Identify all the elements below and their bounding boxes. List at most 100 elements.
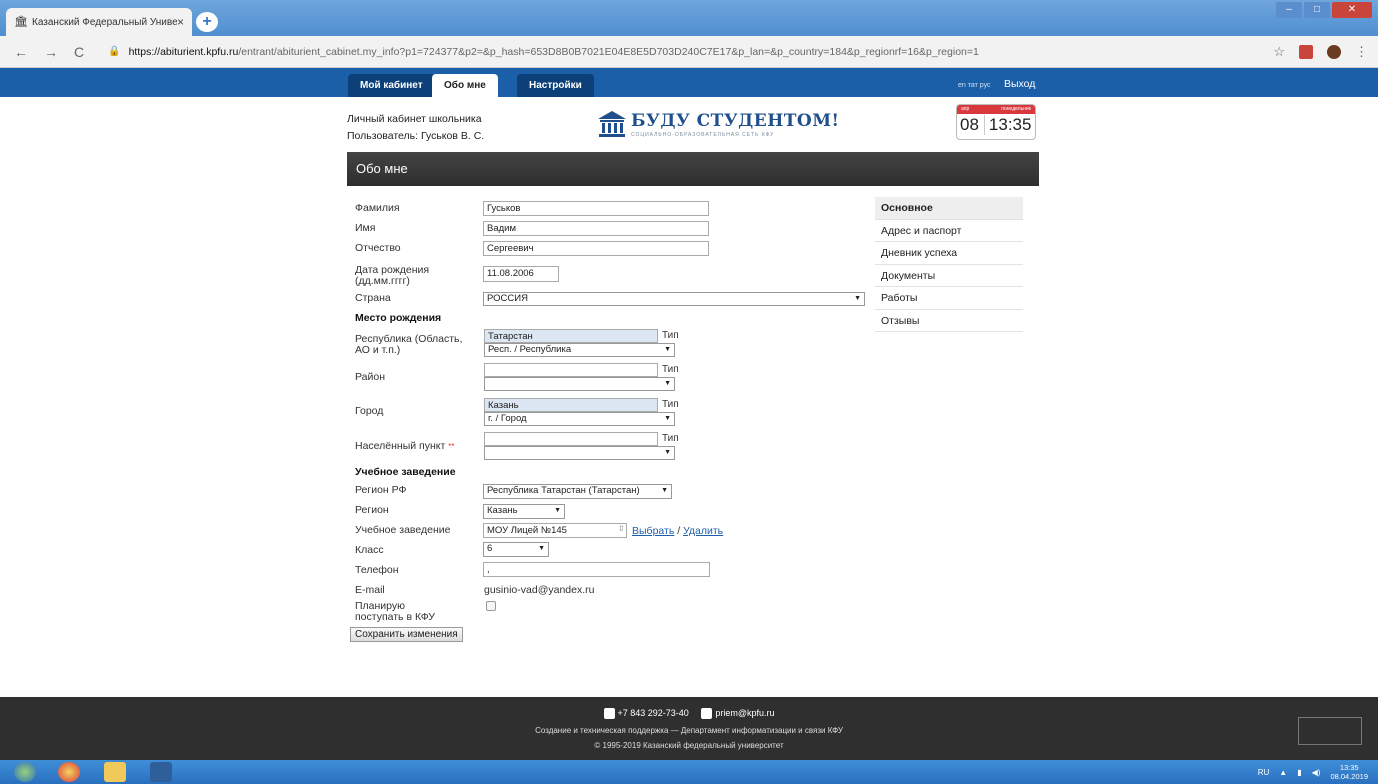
- surname-field[interactable]: Гуськов: [483, 201, 709, 216]
- email-label: E-mail: [355, 584, 385, 596]
- link-separator: /: [674, 525, 684, 537]
- menu-dots-icon[interactable]: ⋮: [1355, 44, 1368, 60]
- region-select[interactable]: Казань: [483, 504, 565, 519]
- close-window-icon[interactable]: ✕: [1332, 2, 1372, 18]
- birthdate-label: Дата рождения (дд.мм.гггг): [355, 264, 430, 287]
- cabinet-type: Личный кабинет школьника: [347, 113, 482, 125]
- menu-item-works[interactable]: Работы: [875, 287, 1023, 310]
- url-path: /entrant/abiturient_cabinet.my_info?p1=7…: [238, 45, 979, 58]
- spinner-icon[interactable]: ⇳: [618, 524, 625, 533]
- district-field[interactable]: [484, 363, 658, 377]
- surname-label: Фамилия: [355, 202, 400, 214]
- profile-avatar[interactable]: [1327, 45, 1341, 59]
- birthplace-section-title: Место рождения: [355, 312, 442, 324]
- city-field[interactable]: Казань: [484, 398, 658, 412]
- url-field[interactable]: 🔒 https://abiturient.kpfu.ru/entrant/abi…: [108, 46, 979, 58]
- page-title: Обо мне: [347, 152, 1039, 186]
- footer-email[interactable]: priem@kpfu.ru: [715, 708, 774, 718]
- reload-icon[interactable]: C: [74, 44, 84, 60]
- user-name: Пользователь: Гуськов В. С.: [347, 130, 485, 142]
- school-actions: Выбрать / Удалить: [632, 525, 723, 537]
- tab-title: Казанский Федеральный Униве: [32, 16, 177, 28]
- phone-field[interactable]: ,: [483, 562, 710, 577]
- logout-link[interactable]: Выход: [1004, 78, 1035, 90]
- language-indicator[interactable]: RU: [1258, 768, 1270, 777]
- region-rf-label: Регион РФ: [355, 484, 407, 496]
- district-type-label: Тип: [662, 364, 679, 375]
- save-button[interactable]: Сохранить изменения: [350, 627, 463, 642]
- region-rf-select[interactable]: Республика Татарстан (Татарстан): [483, 484, 672, 499]
- school-label: Учебное заведение: [355, 524, 451, 536]
- tab-my-cabinet[interactable]: Мой кабинет: [348, 74, 435, 97]
- locality-field[interactable]: [484, 432, 658, 446]
- district-label: Район: [355, 371, 385, 383]
- patronymic-field[interactable]: Сергеевич: [483, 241, 709, 256]
- locality-label: Населённый пункт **: [355, 441, 454, 452]
- menu-item-reviews[interactable]: Отзывы: [875, 310, 1023, 332]
- app-icon[interactable]: [150, 762, 172, 782]
- republic-field[interactable]: Татарстан: [484, 329, 658, 343]
- delete-school-link[interactable]: Удалить: [683, 525, 723, 537]
- minimize-icon[interactable]: –: [1276, 2, 1302, 18]
- new-tab-button[interactable]: +: [196, 12, 218, 32]
- menu-item-documents[interactable]: Документы: [875, 265, 1023, 287]
- required-mark: **: [448, 442, 455, 451]
- building-icon: [598, 111, 626, 137]
- city-type-label: Тип: [662, 399, 679, 410]
- choose-school-link[interactable]: Выбрать: [632, 525, 674, 537]
- date-clock-widget: апр понедельник 08 13:35: [956, 104, 1036, 140]
- region-label: Регион: [355, 504, 389, 516]
- university-icon: 🏛: [14, 16, 28, 28]
- tab-close-icon[interactable]: ×: [177, 15, 184, 29]
- footer-copyright: © 1995-2019 Казанский федеральный универ…: [594, 741, 784, 750]
- name-field[interactable]: Вадим: [483, 221, 709, 236]
- locality-label-text: Населённый пункт: [355, 440, 446, 452]
- class-select[interactable]: 6: [483, 542, 549, 557]
- school-section-title: Учебное заведение: [355, 466, 456, 478]
- browser-toolbar-icons: ☆ ⋮: [1273, 44, 1368, 60]
- locality-type-select[interactable]: [484, 446, 675, 460]
- menu-item-success-diary[interactable]: Дневник успеха: [875, 242, 1023, 265]
- city-type-select[interactable]: г. / Город: [484, 412, 675, 426]
- logo-subtitle: СОЦИАЛЬНО-ОБРАЗОВАТЕЛЬНАЯ СЕТЬ КФУ: [631, 131, 775, 138]
- site-logo[interactable]: БУДУ СТУДЕНТОМ! СОЦИАЛЬНО-ОБРАЗОВАТЕЛЬНА…: [597, 110, 840, 138]
- country-select[interactable]: РОССИЯ: [483, 292, 865, 306]
- locality-type-label: Тип: [662, 433, 679, 444]
- site-nav: Мой кабинет Обо мне Настройки en тат рус…: [0, 68, 1378, 97]
- birthdate-field[interactable]: 11.08.2006: [483, 266, 559, 282]
- tab-settings[interactable]: Настройки: [517, 74, 594, 97]
- tray-time: 13:35: [1339, 763, 1359, 772]
- plan-checkbox[interactable]: [486, 601, 496, 611]
- republic-type-select[interactable]: Респ. / Республика: [484, 343, 675, 357]
- menu-item-main[interactable]: Основное: [875, 197, 1023, 220]
- school-field[interactable]: МОУ Лицей №145: [483, 523, 627, 538]
- district-type-select[interactable]: [484, 377, 675, 391]
- forward-icon[interactable]: →: [44, 44, 58, 60]
- email-value: gusinio-vad@yandex.ru: [484, 584, 595, 596]
- menu-item-address[interactable]: Адрес и паспорт: [875, 220, 1023, 242]
- tray-date: 08.04.2019: [1330, 772, 1368, 781]
- city-label: Город: [355, 405, 384, 417]
- system-tray: RU ▲ ▮ ◀) 13:35 08.04.2019: [1258, 763, 1368, 781]
- browser-tab[interactable]: 🏛 Казанский Федеральный Униве ×: [6, 8, 192, 36]
- footer-support: Создание и техническая поддержка — Депар…: [535, 726, 843, 735]
- maximize-icon[interactable]: □: [1304, 2, 1330, 18]
- plan-label: Планирую поступать в КФУ: [355, 600, 435, 623]
- start-button[interactable]: [14, 762, 36, 782]
- window-controls: – □ ✕: [1276, 2, 1372, 18]
- extension-icon[interactable]: [1299, 45, 1313, 59]
- class-label: Класс: [355, 544, 384, 556]
- tray-arrow-icon[interactable]: ▲: [1279, 768, 1287, 777]
- tab-about-me[interactable]: Обо мне: [432, 74, 498, 97]
- back-icon[interactable]: ←: [14, 44, 28, 60]
- volume-icon[interactable]: ◀): [1312, 768, 1321, 777]
- address-bar: ← → C 🔒 https://abiturient.kpfu.ru/entra…: [0, 36, 1378, 68]
- folder-icon[interactable]: [104, 762, 126, 782]
- footer-contacts: +7 843 292-73-40 priem@kpfu.ru: [0, 708, 1378, 720]
- patronymic-label: Отчество: [355, 242, 401, 254]
- clock-day: 08: [960, 115, 985, 135]
- bookmark-star-icon[interactable]: ☆: [1273, 44, 1285, 60]
- chrome-icon[interactable]: [58, 762, 80, 782]
- language-switch[interactable]: en тат рус: [958, 82, 990, 89]
- network-icon[interactable]: ▮: [1297, 768, 1301, 777]
